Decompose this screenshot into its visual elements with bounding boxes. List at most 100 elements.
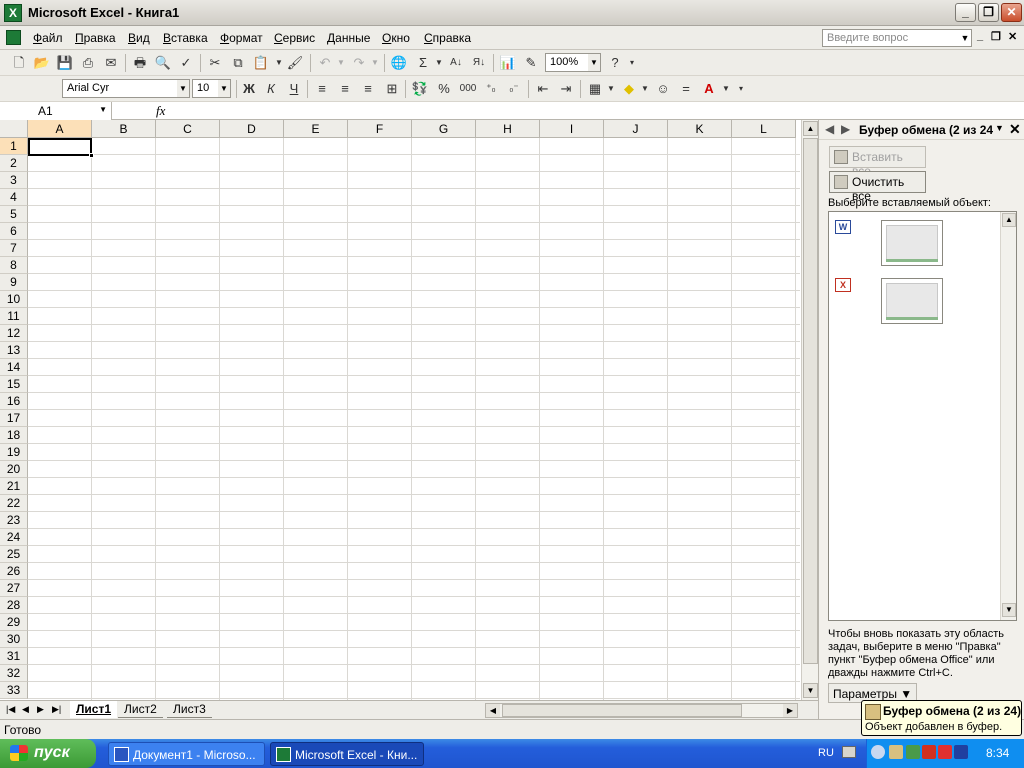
clear-all-button[interactable]: Очистить все <box>829 171 926 203</box>
row-header[interactable]: 14 <box>0 359 28 376</box>
equals-icon[interactable]: = <box>677 80 695 98</box>
currency-icon[interactable]: 💱 <box>411 80 429 98</box>
vertical-scroll-thumb[interactable] <box>803 138 818 664</box>
forward-icon[interactable]: ▶ <box>841 122 850 136</box>
copy-icon[interactable]: ⧉ <box>229 54 247 72</box>
last-sheet-icon[interactable]: ▶| <box>52 704 61 715</box>
percent-button[interactable]: % <box>435 80 453 98</box>
menu-data[interactable]: Данные <box>327 31 370 45</box>
row-header[interactable]: 16 <box>0 393 28 410</box>
restore-button[interactable]: ❐ <box>978 3 999 22</box>
undo-dropdown-icon[interactable]: ▼ <box>332 54 350 72</box>
column-header[interactable]: D <box>220 120 284 138</box>
drawing-icon[interactable]: ✎ <box>522 54 540 72</box>
column-header[interactable]: F <box>348 120 412 138</box>
increase-decimal-icon[interactable]: ⁺₀ <box>482 80 500 98</box>
row-header[interactable]: 31 <box>0 648 28 665</box>
row-header[interactable]: 28 <box>0 597 28 614</box>
antivirus-icon[interactable] <box>922 745 936 759</box>
row-header[interactable]: 27 <box>0 580 28 597</box>
zoom-select[interactable]: 100% ▼ <box>545 53 601 72</box>
email-icon[interactable]: ✉ <box>102 54 120 72</box>
next-sheet-icon[interactable]: ▶ <box>37 704 44 715</box>
align-right-icon[interactable]: ≡ <box>359 80 377 98</box>
sheet-tab-1[interactable]: Лист1 <box>70 701 118 718</box>
decrease-indent-icon[interactable]: ⇤ <box>534 80 552 98</box>
row-header[interactable]: 3 <box>0 172 28 189</box>
task-pane-close-icon[interactable]: ✕ <box>1009 121 1021 138</box>
toolbar-options-icon[interactable]: ▾ <box>732 80 750 98</box>
sheet-tab-3[interactable]: Лист3 <box>167 701 212 718</box>
font-name-dropdown-icon[interactable]: ▼ <box>177 80 189 97</box>
clipboard-notification[interactable]: Буфер обмена (2 из 24) Объект добавлен в… <box>861 700 1022 736</box>
active-cell[interactable] <box>28 138 94 158</box>
scroll-left-icon[interactable]: ◀ <box>486 704 500 717</box>
row-header[interactable]: 24 <box>0 529 28 546</box>
decrease-decimal-icon[interactable]: ₀⁻ <box>505 80 523 98</box>
chart-wizard-icon[interactable]: 📊 <box>499 54 517 72</box>
sheet-tab-2[interactable]: Лист2 <box>118 701 163 718</box>
hyperlink-icon[interactable]: 🌐 <box>390 54 408 72</box>
menu-file[interactable]: Файл <box>33 31 63 45</box>
sort-ascending-icon[interactable]: A↓ <box>447 54 465 72</box>
column-header[interactable]: K <box>668 120 732 138</box>
workbook-icon[interactable] <box>6 30 21 45</box>
display-icon[interactable] <box>954 745 968 759</box>
row-header[interactable]: 26 <box>0 563 28 580</box>
menu-help[interactable]: Справка <box>424 31 471 45</box>
scroll-right-icon[interactable]: ▶ <box>783 704 797 717</box>
doc-minimize-button[interactable]: _ <box>977 30 983 42</box>
zoom-dropdown-icon[interactable]: ▼ <box>588 54 600 71</box>
network-icon[interactable] <box>906 745 920 759</box>
doc-close-button[interactable]: ✕ <box>1008 30 1017 43</box>
first-sheet-icon[interactable]: |◀ <box>6 704 15 715</box>
menu-insert[interactable]: Вставка <box>163 31 208 45</box>
font-size-select[interactable]: 10 ▼ <box>192 79 231 98</box>
close-button[interactable]: ✕ <box>1001 3 1022 22</box>
row-header[interactable]: 5 <box>0 206 28 223</box>
column-header[interactable]: B <box>92 120 156 138</box>
menu-window[interactable]: Окно <box>382 31 410 45</box>
column-header[interactable]: G <box>412 120 476 138</box>
open-icon[interactable]: 📂 <box>33 54 51 72</box>
save-icon[interactable]: 💾 <box>56 54 74 72</box>
align-left-icon[interactable]: ≡ <box>313 80 331 98</box>
menu-format[interactable]: Формат <box>220 31 263 45</box>
clipboard-icon[interactable] <box>889 745 903 759</box>
insert-function-button[interactable]: fx <box>156 103 165 119</box>
scroll-down-icon[interactable]: ▼ <box>1002 603 1016 617</box>
column-header[interactable]: J <box>604 120 668 138</box>
horizontal-scrollbar[interactable]: ◀ ▶ <box>485 703 798 718</box>
excel-icon[interactable]: X <box>4 4 22 22</box>
permission-icon[interactable]: ⎙ <box>79 54 97 72</box>
worksheet-grid[interactable]: A B C D E F G H I J K L 1 2 3 4 5 6 7 8 9 10 11 12 13 14 15 16 17 18 1… <box>0 120 818 700</box>
select-all-corner[interactable] <box>0 120 28 138</box>
paste-icon[interactable]: 📋 <box>252 54 270 72</box>
help-icon[interactable]: ? <box>606 54 624 72</box>
print-preview-icon[interactable]: 🔍 <box>154 54 172 72</box>
phonetic-icon[interactable]: ☺ <box>654 80 672 98</box>
align-center-icon[interactable]: ≡ <box>336 80 354 98</box>
thousands-separator-button[interactable]: 000 <box>456 80 480 98</box>
security-icon[interactable] <box>938 745 952 759</box>
new-icon[interactable]: 🗋 <box>10 54 28 72</box>
show-hidden-icon[interactable] <box>871 745 885 759</box>
row-header[interactable]: 2 <box>0 155 28 172</box>
horizontal-scroll-thumb[interactable] <box>502 704 742 717</box>
borders-dropdown-icon[interactable]: ▼ <box>602 80 620 98</box>
keyboard-icon[interactable] <box>842 746 856 758</box>
row-header[interactable]: 19 <box>0 444 28 461</box>
taskbar-excel-button[interactable]: Microsoft Excel - Кни... <box>270 742 424 766</box>
fill-handle[interactable] <box>89 153 94 158</box>
clipboard-items-list[interactable]: W X ▲ ▼ <box>828 211 1017 621</box>
clipboard-item[interactable]: W <box>833 216 998 266</box>
column-header[interactable]: A <box>28 120 92 138</box>
row-header[interactable]: 20 <box>0 461 28 478</box>
font-size-dropdown-icon[interactable]: ▼ <box>218 80 230 97</box>
row-header[interactable]: 10 <box>0 291 28 308</box>
clipboard-item[interactable]: X <box>833 274 998 324</box>
row-header[interactable]: 21 <box>0 478 28 495</box>
scroll-down-icon[interactable]: ▼ <box>803 683 818 698</box>
back-icon[interactable]: ◀ <box>825 122 834 136</box>
menu-tools[interactable]: Сервис <box>274 31 315 45</box>
